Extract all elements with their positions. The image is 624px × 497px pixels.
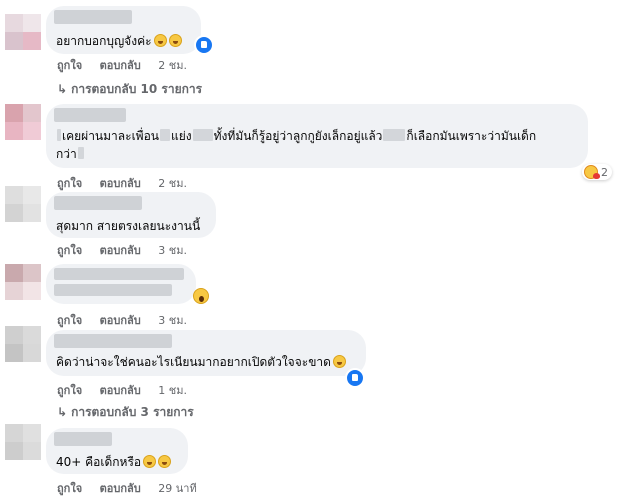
commenter-name-redacted[interactable] xyxy=(54,108,126,122)
avatar[interactable] xyxy=(5,326,41,362)
comment-text: 40+ คือเด็กหรือ xyxy=(56,455,142,469)
comment-text: สุดมาก สายตรงเลยนะงานนี้ xyxy=(56,219,201,233)
view-replies-link[interactable]: ↳ การตอบกลับ 3 รายการ xyxy=(57,403,194,422)
comment-timestamp[interactable]: 2 ชม. xyxy=(158,174,187,192)
like-button[interactable]: ถูกใจ xyxy=(57,56,82,74)
comment-bubble: คิดว่าน่าจะใช่คนอะไรเนียนมากอยากเปิดตัวใ… xyxy=(46,330,366,388)
comment-timestamp[interactable]: 29 นาที xyxy=(158,479,196,497)
comment-bubble: อยากบอกบุญจังค่ะ xyxy=(46,6,214,55)
grin-emoji-icon xyxy=(168,34,182,47)
comment-text: อยากบอกบุญจังค่ะ xyxy=(56,34,152,48)
commenter-name-redacted[interactable] xyxy=(54,196,142,210)
comment-actions: ถูกใจ ตอบกลับ 29 นาที xyxy=(57,479,197,497)
comment-actions: ถูกใจ ตอบกลับ 3 ชม. xyxy=(57,241,187,259)
commenter-name-redacted[interactable] xyxy=(54,268,184,280)
like-icon[interactable] xyxy=(345,368,365,388)
avatar[interactable] xyxy=(5,264,41,300)
comment-actions: ถูกใจ ตอบกลับ 3 ชม. xyxy=(57,311,187,329)
comment-text-line-1: เคยผ่านมาละเพื่อน แย่ง ทั้งที่มันก็รู้อยู่… xyxy=(56,128,536,144)
like-button[interactable]: ถูกใจ xyxy=(57,311,82,329)
wow-emoji-icon xyxy=(193,288,209,304)
comment-text-row: คิดว่าน่าจะใช่คนอะไรเนียนมากอยากเปิดตัวใ… xyxy=(56,354,346,370)
reply-button[interactable]: ตอบกลับ xyxy=(100,381,141,399)
comment-bubble xyxy=(46,264,196,304)
comment-actions: ถูกใจ ตอบกลับ 2 ชม. xyxy=(57,174,187,192)
grin-emoji-icon xyxy=(332,355,346,368)
avatar[interactable] xyxy=(5,424,41,460)
reply-arrow-icon: ↳ xyxy=(57,405,68,419)
avatar[interactable] xyxy=(5,104,41,140)
reply-button[interactable]: ตอบกลับ xyxy=(100,56,141,74)
like-button[interactable]: ถูกใจ xyxy=(57,479,82,497)
commenter-name-redacted[interactable] xyxy=(54,334,172,348)
comment-text-row: 40+ คือเด็กหรือ xyxy=(56,454,172,470)
comment-timestamp[interactable]: 1 ชม. xyxy=(158,381,187,399)
replies-count-label: การตอบกลับ 3 รายการ xyxy=(71,405,194,419)
replies-count-label: การตอบกลับ 10 รายการ xyxy=(71,82,203,96)
commenter-name-redacted[interactable] xyxy=(54,432,112,446)
reaction-count-badge[interactable]: 2 xyxy=(582,164,612,180)
grin-emoji-icon xyxy=(143,455,157,468)
comment-timestamp[interactable]: 2 ชม. xyxy=(158,56,187,74)
comment-actions: ถูกใจ ตอบกลับ 2 ชม. xyxy=(57,56,187,74)
comment-text-line-2: กว่า xyxy=(56,146,85,162)
avatar[interactable] xyxy=(5,186,41,222)
avatar[interactable] xyxy=(5,14,41,50)
comment-text-redacted xyxy=(54,284,172,296)
view-replies-link[interactable]: ↳ การตอบกลับ 10 รายการ xyxy=(57,80,202,99)
care-emoji-icon xyxy=(584,165,600,179)
like-button[interactable]: ถูกใจ xyxy=(57,381,82,399)
reply-button[interactable]: ตอบกลับ xyxy=(100,241,141,259)
like-button[interactable]: ถูกใจ xyxy=(57,241,82,259)
comment-text-row: อยากบอกบุญจังค่ะ xyxy=(56,33,182,49)
reply-arrow-icon: ↳ xyxy=(57,82,68,96)
grin-emoji-icon xyxy=(158,455,172,468)
like-icon[interactable] xyxy=(194,35,214,55)
comment-bubble: สุดมาก สายตรงเลยนะงานนี้ xyxy=(46,192,216,238)
comment-text: คิดว่าน่าจะใช่คนอะไรเนียนมากอยากเปิดตัวใ… xyxy=(56,355,331,369)
reaction-count: 2 xyxy=(601,165,608,179)
comment-timestamp[interactable]: 3 ชม. xyxy=(158,311,187,329)
grin-emoji-icon xyxy=(153,34,167,47)
reply-button[interactable]: ตอบกลับ xyxy=(100,174,141,192)
comment-actions: ถูกใจ ตอบกลับ 1 ชม. xyxy=(57,381,187,399)
comment-timestamp[interactable]: 3 ชม. xyxy=(158,241,187,259)
commenter-name-redacted[interactable] xyxy=(54,10,132,24)
comment-bubble: 40+ คือเด็กหรือ xyxy=(46,428,188,474)
reply-button[interactable]: ตอบกลับ xyxy=(100,479,141,497)
reply-button[interactable]: ตอบกลับ xyxy=(100,311,141,329)
like-button[interactable]: ถูกใจ xyxy=(57,174,82,192)
comment-bubble: เคยผ่านมาละเพื่อน แย่ง ทั้งที่มันก็รู้อยู่… xyxy=(46,104,612,180)
